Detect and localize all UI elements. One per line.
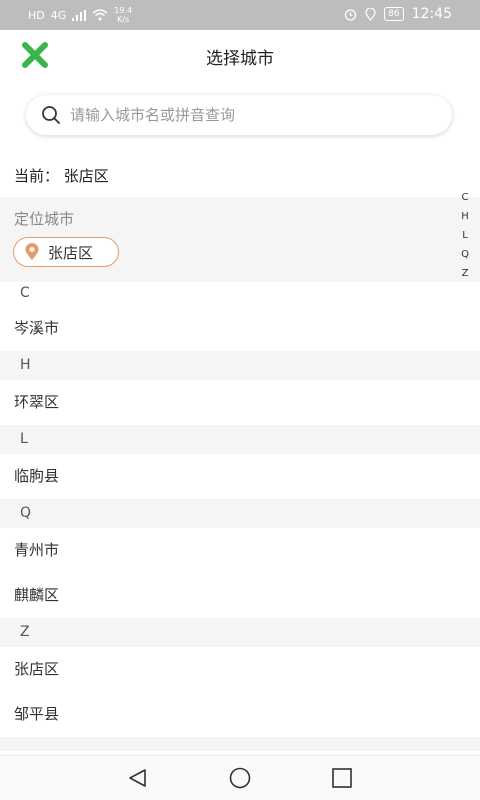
list-item[interactable]: 张店区 [0,647,480,692]
list-item[interactable]: 邹平县 [0,692,480,737]
status-time: 12:45 [411,6,452,22]
signal-icon [72,9,87,21]
section-header-z: Z [0,618,480,647]
list-item[interactable]: 麒麟区 [0,573,480,618]
index-letter-l[interactable]: L [462,226,468,245]
status-left: HD 4G 19.4 K/s [28,6,132,24]
list-footer [0,737,480,751]
current-city-text: 当前： 张店区 [14,167,109,185]
speed-unit: K/s [117,15,130,24]
search-box[interactable] [26,95,452,135]
signal-label: 4G [50,8,67,22]
navigation-bar [0,755,480,800]
located-city-label: 张店区 [48,243,94,262]
location-pin-icon [25,243,39,260]
location-section-label: 定位城市 [14,210,75,228]
home-button[interactable] [228,766,252,790]
status-bar: HD 4G 19.4 K/s 86 12:45 [0,0,480,30]
current-city: 当前： 张店区 [0,152,480,197]
list-item[interactable]: 青州市 [0,528,480,573]
speed-indicator: 19.4 K/s [114,6,132,24]
status-right: 86 12:45 [344,6,452,22]
alarm-icon [345,8,357,21]
page-title: 选择城市 [206,49,274,69]
network-label: HD [28,8,45,22]
section-header-q: Q [0,499,480,528]
index-letter-z[interactable]: Z [462,264,469,283]
header: 选择城市 [0,30,480,81]
location-status-icon [365,7,376,21]
location-section: 定位城市 张店区 [0,197,480,282]
index-letter-q[interactable]: Q [461,245,469,264]
city-list[interactable]: C 岑溪市 H 环翠区 L 临朐县 Q 青州市 麒麟区 Z 张店区 邹平县 [0,282,480,751]
index-letter-h[interactable]: H [461,207,469,226]
list-item[interactable]: 临朐县 [0,454,480,499]
recents-square-icon [332,768,352,788]
index-letter-c[interactable]: C [462,188,469,207]
section-header-c: C [0,282,480,306]
list-item[interactable]: 岑溪市 [0,306,480,351]
list-item[interactable]: 环翠区 [0,380,480,425]
search-section [0,80,480,153]
back-button[interactable] [126,766,150,790]
battery-indicator: 86 [384,7,404,21]
alphabet-index[interactable]: C H L Q Z [458,188,472,283]
located-city-chip[interactable]: 张店区 [13,237,119,267]
recents-button[interactable] [330,766,354,790]
home-circle-icon [229,767,251,789]
wifi-icon [92,9,108,21]
section-header-h: H [0,351,480,380]
speed-value: 19.4 [114,6,133,15]
section-header-l: L [0,425,480,454]
back-triangle-icon [129,769,146,787]
search-input[interactable] [68,105,432,125]
search-icon [42,106,60,124]
